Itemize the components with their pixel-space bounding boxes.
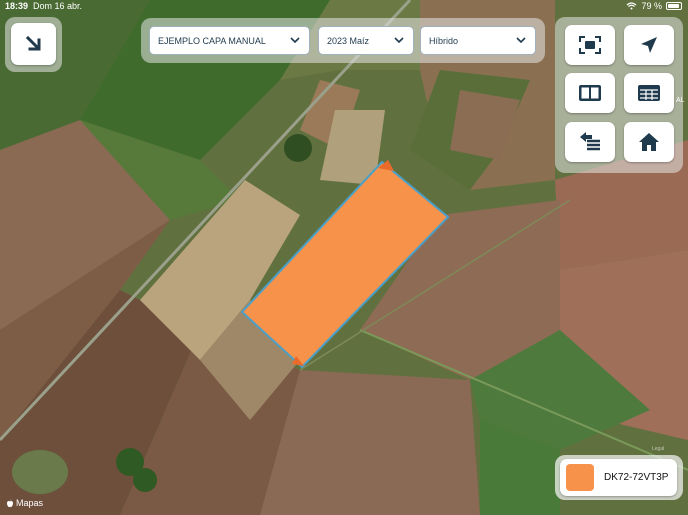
status-time: 18:39 xyxy=(5,1,29,11)
collapse-button[interactable] xyxy=(11,23,56,65)
fit-bounds-icon xyxy=(579,36,601,54)
layers-transfer-button[interactable] xyxy=(565,122,615,162)
tree-cluster xyxy=(284,134,312,162)
fit-bounds-button[interactable] xyxy=(565,25,615,65)
legend-swatch xyxy=(566,464,594,491)
home-button[interactable] xyxy=(624,122,674,162)
table-button[interactable] xyxy=(624,73,674,113)
campaign-select-value: 2023 Maíz xyxy=(327,35,370,46)
product-select[interactable]: Híbrido xyxy=(420,26,536,55)
arrow-down-right-icon xyxy=(25,35,40,51)
split-view-icon xyxy=(579,85,601,101)
map-attribution: Mapas xyxy=(6,498,43,508)
status-date: Dom 16 abr. xyxy=(33,1,83,11)
apple-logo-icon xyxy=(7,498,13,507)
wifi-icon xyxy=(627,2,637,10)
locate-button[interactable] xyxy=(624,25,674,65)
layers-transfer-icon xyxy=(580,132,600,151)
status-bar: 18:39 Dom 16 abr. 79 % xyxy=(0,0,688,14)
home-icon xyxy=(639,133,659,151)
split-view-button[interactable] xyxy=(565,73,615,113)
locate-icon xyxy=(641,37,657,53)
battery-icon xyxy=(666,2,682,10)
legend-label: DK72-72VT3P xyxy=(604,472,669,483)
tree-cluster xyxy=(133,468,157,492)
legal-link[interactable]: Legal xyxy=(652,446,664,452)
map-attribution-label: Mapas xyxy=(16,498,44,508)
table-icon xyxy=(638,85,660,101)
road-label: AL xyxy=(676,97,685,104)
layer-select-value: EJEMPLO CAPA MANUAL xyxy=(158,35,266,46)
map-field xyxy=(12,450,68,494)
product-select-value: Híbrido xyxy=(429,35,459,46)
layer-select[interactable]: EJEMPLO CAPA MANUAL xyxy=(149,26,310,55)
chevron-down-icon xyxy=(394,37,404,44)
campaign-select[interactable]: 2023 Maíz xyxy=(318,26,414,55)
chevron-down-icon xyxy=(290,37,300,44)
status-right: 79 % xyxy=(626,1,682,11)
battery-label: 79 % xyxy=(641,1,662,11)
chevron-down-icon xyxy=(516,37,526,44)
